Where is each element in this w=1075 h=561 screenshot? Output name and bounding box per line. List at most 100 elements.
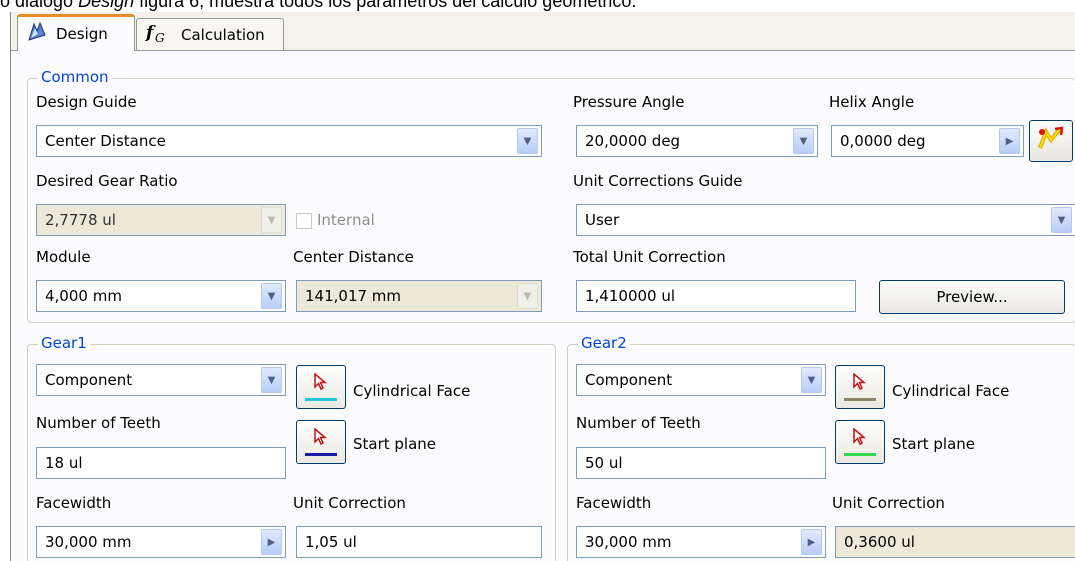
gear1-facewidth-input[interactable]: 30,000 mm xyxy=(36,526,286,558)
caption-italic: Design xyxy=(78,0,135,11)
helix-angle-label: Helix Angle xyxy=(829,93,915,111)
desired-gear-ratio-label: Desired Gear Ratio xyxy=(36,172,178,190)
gear2-facewidth-label: Facewidth xyxy=(576,494,652,512)
gear2-type-dropdown-button[interactable]: ▼ xyxy=(801,367,822,393)
gear2-cylindrical-face-label: Cylindrical Face xyxy=(892,382,1010,400)
unit-corrections-guide-dropdown-button[interactable]: ▼ xyxy=(1051,207,1072,233)
tab-calculation-label: Calculation xyxy=(181,25,265,44)
gear1-type-value: Component xyxy=(45,371,133,389)
caption-suffix: figura 6, muestra todos los parámetros d… xyxy=(134,0,637,11)
chevron-down-icon: ▼ xyxy=(807,374,816,386)
gear2-start-plane-pick-button[interactable] xyxy=(835,420,885,464)
module-value: 4,000 mm xyxy=(45,287,122,305)
gear1-cylindrical-face-label: Cylindrical Face xyxy=(353,382,471,400)
cursor-pick-icon xyxy=(314,428,328,446)
module-select[interactable]: 4,000 mm xyxy=(36,280,286,312)
gear2-facewidth-value: 30,000 mm xyxy=(585,533,672,551)
gear1-start-plane-pick-button[interactable] xyxy=(296,420,346,464)
internal-checkbox[interactable] xyxy=(296,213,312,229)
desired-gear-ratio-dropdown-button[interactable]: ▼ xyxy=(261,207,282,233)
gear1-unit-correction-label: Unit Correction xyxy=(293,494,406,512)
pressure-angle-dropdown-button[interactable]: ▼ xyxy=(793,128,814,154)
desired-gear-ratio-select[interactable]: 2,7778 ul xyxy=(36,204,286,236)
cursor-pick-icon xyxy=(314,373,328,391)
flip-direction-icon xyxy=(1036,124,1066,158)
caption-text: o diálogo Design figura 6, muestra todos… xyxy=(0,0,1075,11)
gear2-number-of-teeth-value: 50 ul xyxy=(585,454,623,472)
unit-corrections-guide-select[interactable]: User xyxy=(576,204,1075,236)
pressure-angle-label: Pressure Angle xyxy=(573,93,685,111)
gear2-group-title: Gear2 xyxy=(578,334,630,352)
gear1-group-title: Gear1 xyxy=(38,334,90,352)
gear1-number-of-teeth-input[interactable]: 18 ul xyxy=(36,447,286,479)
gear2-type-select[interactable]: Component xyxy=(576,364,826,396)
flip-direction-button[interactable] xyxy=(1029,120,1073,162)
design-guide-select[interactable]: Center Distance xyxy=(36,125,542,157)
gear2-facewidth-input[interactable]: 30,000 mm xyxy=(576,526,826,558)
design-icon xyxy=(26,21,48,47)
unit-corrections-guide-label: Unit Corrections Guide xyxy=(573,172,743,190)
gear2-plane-color-bar xyxy=(844,453,876,456)
chevron-down-icon: ▼ xyxy=(267,290,276,302)
gear2-number-of-teeth-label: Number of Teeth xyxy=(576,414,701,432)
caption-prefix: o diálogo xyxy=(0,0,79,11)
gear1-unit-correction-input[interactable]: 1,05 ul xyxy=(296,526,542,558)
chevron-right-icon: ▶ xyxy=(1005,135,1014,147)
chevron-right-icon: ▶ xyxy=(267,536,276,548)
gear1-unit-correction-value: 1,05 ul xyxy=(305,533,357,551)
fx-icon: fG xyxy=(145,22,173,48)
center-distance-select[interactable]: 141,017 mm xyxy=(296,280,542,312)
gear2-facewidth-expand-button[interactable]: ▶ xyxy=(801,529,822,555)
unit-corrections-guide-value: User xyxy=(585,211,620,229)
module-label: Module xyxy=(36,248,91,266)
total-unit-correction-input[interactable]: 1,410000 ul xyxy=(576,280,856,312)
module-dropdown-button[interactable]: ▼ xyxy=(261,283,282,309)
gear2-unit-correction-value: 0,3600 ul xyxy=(844,533,915,551)
helix-angle-expand-button[interactable]: ▶ xyxy=(999,128,1020,154)
gear1-facewidth-label: Facewidth xyxy=(36,494,112,512)
chevron-down-icon: ▼ xyxy=(1057,214,1066,226)
gear2-unit-correction-input[interactable]: 0,3600 ul xyxy=(835,526,1075,558)
gear1-type-dropdown-button[interactable]: ▼ xyxy=(261,367,282,393)
gear2-unit-correction-label: Unit Correction xyxy=(832,494,945,512)
pressure-angle-select[interactable]: 20,0000 deg xyxy=(576,125,818,157)
gear2-number-of-teeth-input[interactable]: 50 ul xyxy=(576,447,826,479)
helix-angle-value: 0,0000 deg xyxy=(840,132,926,150)
gear2-type-value: Component xyxy=(585,371,673,389)
helix-angle-input[interactable]: 0,0000 deg xyxy=(831,125,1024,157)
gear1-start-plane-label: Start plane xyxy=(353,435,437,453)
center-distance-label: Center Distance xyxy=(293,248,414,266)
gear1-number-of-teeth-label: Number of Teeth xyxy=(36,414,161,432)
gear1-facewidth-value: 30,000 mm xyxy=(45,533,132,551)
total-unit-correction-label: Total Unit Correction xyxy=(573,248,726,266)
pressure-angle-value: 20,0000 deg xyxy=(585,132,681,150)
design-guide-label: Design Guide xyxy=(36,93,137,111)
gear2-start-plane-label: Start plane xyxy=(892,435,976,453)
common-group-title: Common xyxy=(38,68,112,86)
cursor-pick-icon xyxy=(853,373,867,391)
gear1-plane-color-bar xyxy=(305,453,337,456)
gear-dialog: Design fG Calculation Common Design Guid… xyxy=(10,12,1075,561)
design-tab-panel: Common Design Guide Center Distance ▼ Pr… xyxy=(11,50,1075,561)
gear2-face-color-bar xyxy=(844,398,876,401)
center-distance-dropdown-button[interactable]: ▼ xyxy=(517,283,538,309)
preview-button[interactable]: Preview... xyxy=(879,280,1065,314)
total-unit-correction-value: 1,410000 ul xyxy=(585,287,676,305)
tab-calculation[interactable]: fG Calculation xyxy=(136,18,284,50)
svg-text:G: G xyxy=(155,31,165,44)
tab-design[interactable]: Design xyxy=(17,14,135,51)
chevron-down-icon: ▼ xyxy=(799,135,808,147)
gear2-cylindrical-face-pick-button[interactable] xyxy=(835,365,885,409)
gear1-facewidth-expand-button[interactable]: ▶ xyxy=(261,529,282,555)
tab-strip: Design fG Calculation xyxy=(11,12,1075,51)
cursor-pick-icon xyxy=(853,428,867,446)
design-guide-dropdown-button[interactable]: ▼ xyxy=(517,128,538,154)
chevron-down-icon: ▼ xyxy=(523,290,532,302)
gear1-cylindrical-face-pick-button[interactable] xyxy=(296,365,346,409)
chevron-down-icon: ▼ xyxy=(523,135,532,147)
design-guide-value: Center Distance xyxy=(45,132,166,150)
chevron-down-icon: ▼ xyxy=(267,374,276,386)
gear1-type-select[interactable]: Component xyxy=(36,364,286,396)
gear1-face-color-bar xyxy=(305,398,337,401)
tab-design-label: Design xyxy=(56,25,108,43)
